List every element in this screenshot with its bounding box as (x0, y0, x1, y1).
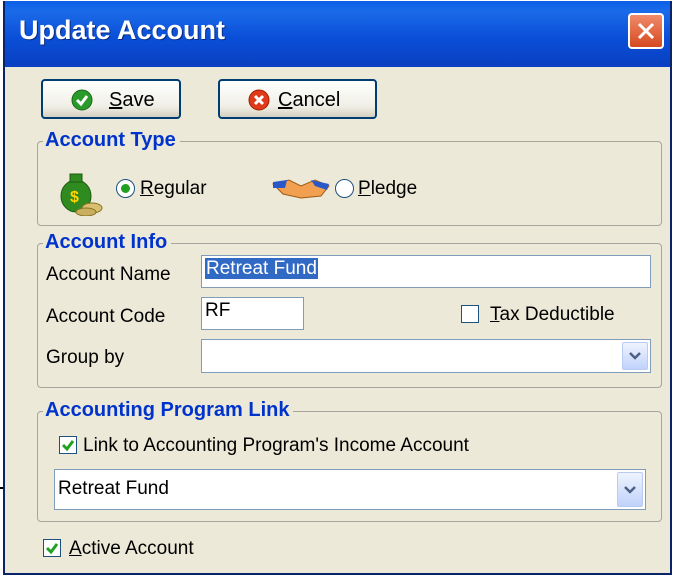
update-account-dialog: Update Account Save Cancel Account Type (3, 1, 672, 575)
account-info-group: Account Info Account Name Retreat Fund A… (37, 231, 662, 388)
income-account-select[interactable]: Retreat Fund (54, 469, 646, 510)
regular-radio[interactable] (116, 179, 135, 198)
cancel-icon (248, 89, 270, 111)
income-account-value: Retreat Fund (58, 478, 169, 499)
check-icon (71, 89, 93, 111)
group-by-label: Group by (46, 347, 125, 368)
money-bag-icon: $ (60, 173, 103, 216)
account-name-label: Account Name (46, 264, 171, 285)
account-code-value: RF (205, 300, 231, 321)
chevron-down-icon (624, 485, 636, 494)
chevron-down-icon (629, 352, 641, 360)
cancel-label: ancel (292, 89, 341, 111)
active-account-checkbox[interactable] (43, 539, 61, 557)
accounting-program-link-legend: Accounting Program Link (43, 399, 294, 422)
handshake-icon (272, 179, 330, 199)
account-info-legend: Account Info (43, 231, 172, 254)
checkmark-icon (45, 543, 59, 555)
group-by-select[interactable] (201, 339, 651, 373)
account-name-field[interactable]: Retreat Fund (201, 255, 651, 288)
save-label: ave (122, 89, 155, 111)
account-code-label: Account Code (46, 306, 166, 327)
accounting-program-link-group: Accounting Program Link Link to Accounti… (37, 399, 662, 522)
dialog-title: Update Account (19, 15, 226, 45)
group-by-dropdown-button[interactable] (622, 342, 648, 370)
link-income-account-checkbox[interactable] (59, 436, 77, 454)
pledge-label[interactable]: Pledge (358, 178, 417, 200)
cancel-hotkey: C (278, 89, 293, 111)
income-account-dropdown-button[interactable] (617, 472, 643, 507)
close-icon (637, 22, 655, 40)
pledge-radio[interactable] (335, 179, 354, 198)
account-name-value: Retreat Fund (205, 258, 318, 279)
title-bar[interactable]: Update Account (5, 1, 670, 67)
tax-deductible-label[interactable]: Tax Deductible (490, 304, 615, 326)
regular-label[interactable]: Regular (140, 178, 207, 200)
tax-deductible-checkbox[interactable] (461, 305, 479, 323)
account-code-field[interactable]: RF (201, 297, 304, 330)
save-hotkey: S (109, 89, 123, 111)
close-button[interactable] (628, 13, 664, 49)
link-income-account-label[interactable]: Link to Accounting Program's Income Acco… (83, 435, 469, 457)
active-account-label[interactable]: Active Account (69, 538, 194, 560)
save-button[interactable]: Save (41, 79, 181, 119)
cancel-button[interactable]: Cancel (218, 79, 377, 119)
account-type-legend: Account Type (43, 129, 180, 152)
checkmark-icon (61, 440, 75, 452)
account-type-group: Account Type $ Regular Pledge (37, 129, 662, 226)
svg-text:$: $ (70, 189, 79, 206)
